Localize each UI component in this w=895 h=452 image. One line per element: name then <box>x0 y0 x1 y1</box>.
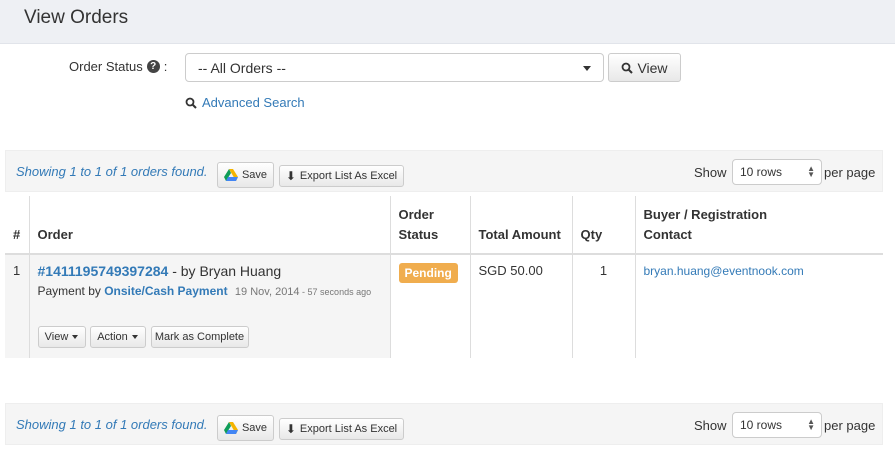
col-header-order: Order <box>28 196 390 255</box>
save-button-label: Save <box>241 169 268 181</box>
export-button-label: Export List As Excel <box>299 423 398 435</box>
order-id-link[interactable]: #1411195749397284 <box>38 263 169 279</box>
page-header: View Orders <box>0 0 895 44</box>
show-label: Show <box>694 165 727 180</box>
advanced-search-label: Advanced Search <box>202 95 305 110</box>
order-buyer-name: - by Bryan Huang <box>168 263 282 279</box>
view-button[interactable]: View <box>608 53 681 82</box>
order-status-label-text: Order Status <box>69 59 143 74</box>
chevron-down-icon <box>583 66 591 71</box>
save-button-label: Save <box>241 422 268 434</box>
row-action-dropdown[interactable]: Action <box>89 326 146 348</box>
col-header-buyer: Buyer / Registration Contact <box>634 196 883 255</box>
help-icon[interactable]: ? <box>146 60 160 73</box>
rows-per-page-value: 10 rows <box>740 165 783 179</box>
col-header-status-line1: Order <box>398 207 434 222</box>
col-header-buyer-line2: Contact <box>643 227 692 242</box>
order-status-select-value: -- All Orders -- <box>198 60 286 76</box>
save-to-drive-button[interactable]: Save <box>217 415 274 441</box>
mark-complete-button[interactable]: Mark as Complete <box>150 326 249 348</box>
chevron-down-icon <box>72 335 79 339</box>
search-icon <box>622 62 634 74</box>
advanced-search-link[interactable]: Advanced Search <box>185 95 305 110</box>
results-count-text: Showing 1 to 1 of 1 orders found. <box>16 164 208 179</box>
col-header-status: Order Status <box>389 196 470 255</box>
save-to-drive-button[interactable]: Save <box>217 162 274 188</box>
col-header-status-line2: Status <box>398 227 439 242</box>
page-title: View Orders <box>24 7 129 28</box>
row-view-dropdown[interactable]: View <box>37 326 86 348</box>
table-row: 1 #1411195749397284 - by Bryan Huang Pay… <box>5 254 883 358</box>
rows-per-page-select[interactable]: 10 rows ▲ ▼ <box>732 159 822 185</box>
updown-arrows-icon: ▲ ▼ <box>807 417 815 432</box>
results-count-text: Showing 1 to 1 of 1 orders found. <box>16 417 208 432</box>
row-view-label: View <box>44 331 69 343</box>
per-page-label: per page <box>824 165 876 180</box>
google-drive-icon <box>223 422 238 434</box>
table-header-row: # Order Order Status Total Amount Qty Bu… <box>5 196 883 255</box>
row-action-label: Action <box>97 331 128 343</box>
show-label: Show <box>694 418 727 433</box>
buyer-email-link[interactable]: bryan.huang@eventnook.com <box>644 264 804 278</box>
google-drive-icon <box>223 169 238 181</box>
order-date: 19 Nov, 2014 <box>234 286 300 298</box>
status-badge: Pending <box>398 263 458 283</box>
row-index: 1 <box>5 254 29 358</box>
order-status-label: Order Status ? : <box>69 59 168 74</box>
export-button-label: Export List As Excel <box>299 170 398 182</box>
total-amount-cell: SGD 50.00 <box>469 254 572 358</box>
order-cell: #1411195749397284 - by Bryan Huang Payme… <box>28 254 390 358</box>
list-toolbar-bottom: Showing 1 to 1 of 1 orders found. Save ⬇… <box>5 403 883 445</box>
export-excel-button[interactable]: ⬇ Export List As Excel <box>279 418 404 440</box>
orders-table: # Order Order Status Total Amount Qty Bu… <box>5 196 883 358</box>
col-header-buyer-line1: Buyer / Registration <box>643 207 768 222</box>
rows-per-page-value: 10 rows <box>740 418 783 432</box>
col-header-total: Total Amount <box>469 196 572 255</box>
export-excel-button[interactable]: ⬇ Export List As Excel <box>279 165 404 187</box>
download-icon: ⬇ <box>285 169 296 183</box>
col-header-qty: Qty <box>571 196 635 255</box>
qty-cell: 1 <box>571 254 635 358</box>
search-icon <box>185 97 197 109</box>
per-page-label: per page <box>824 418 876 433</box>
view-button-label: View <box>637 59 668 76</box>
mark-complete-label: Mark as Complete <box>154 331 245 343</box>
download-icon: ⬇ <box>285 422 296 436</box>
order-relative-time: - 57 seconds ago <box>299 287 372 297</box>
payment-method: Onsite/Cash Payment <box>104 284 228 298</box>
payment-prefix: Payment by <box>37 284 105 298</box>
row-actions: View Action Mark as Complete <box>37 326 382 350</box>
rows-per-page-select[interactable]: 10 rows ▲ ▼ <box>732 412 822 438</box>
order-status-select[interactable]: -- All Orders -- <box>185 53 604 82</box>
chevron-down-icon <box>131 335 138 339</box>
payment-line: Payment by Onsite/Cash Payment 19 Nov, 2… <box>38 284 382 298</box>
status-cell: Pending <box>389 254 470 358</box>
list-toolbar-top: Showing 1 to 1 of 1 orders found. Save ⬇… <box>5 150 883 192</box>
updown-arrows-icon: ▲ ▼ <box>807 164 815 179</box>
buyer-contact-cell: bryan.huang@eventnook.com <box>634 254 883 358</box>
col-header-index: # <box>5 196 29 255</box>
